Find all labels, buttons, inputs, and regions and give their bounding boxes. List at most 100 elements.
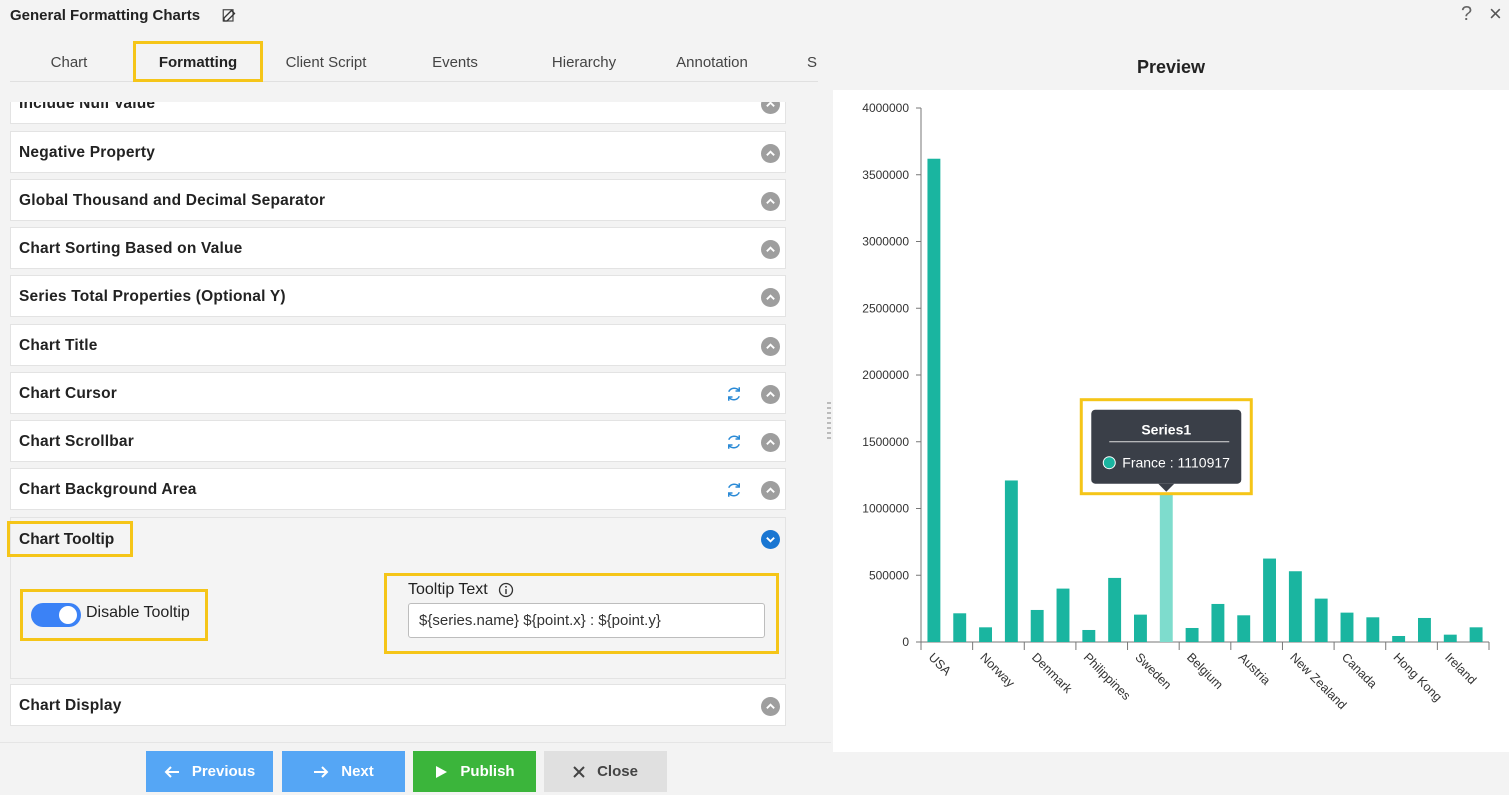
chevron-up-icon[interactable] <box>761 481 780 500</box>
tab-chart[interactable]: Chart <box>10 44 128 82</box>
disable-tooltip-toggle[interactable] <box>31 603 81 627</box>
preview-pane: Preview 0 500000 1000000 1500000 2000000 2500… <box>833 44 1509 752</box>
close-icon[interactable]: × <box>1489 1 1502 27</box>
close-icon <box>573 765 585 778</box>
arrow-left-icon <box>164 765 179 778</box>
x-tick-label: Sweden <box>1132 650 1174 692</box>
section-chart-title[interactable]: Chart Title <box>10 324 786 366</box>
section-label: Chart Title <box>19 337 98 354</box>
previous-button[interactable]: Previous <box>146 751 273 792</box>
next-button[interactable]: Next <box>282 751 405 792</box>
bar <box>1082 629 1096 642</box>
bar <box>1392 635 1406 642</box>
bar <box>1159 493 1173 642</box>
section-label: Series Total Properties (Optional Y) <box>19 288 286 305</box>
tooltip-text-label: Tooltip Text <box>408 581 488 598</box>
pane-splitter[interactable] <box>826 402 832 442</box>
section-label: Negative Property <box>19 144 156 161</box>
y-tick-label: 3500000 <box>862 168 909 182</box>
y-tick-label: 1500000 <box>862 435 909 449</box>
x-tick-label: Philippines <box>1081 650 1134 703</box>
info-icon[interactable] <box>498 582 514 598</box>
close-button[interactable]: Close <box>544 751 667 792</box>
refresh-icon[interactable] <box>725 481 743 499</box>
preview-title: Preview <box>833 44 1509 90</box>
publish-label: Publish <box>460 763 515 780</box>
bar <box>1263 558 1276 642</box>
x-tick-label: Hong Kong <box>1391 650 1445 704</box>
bar <box>1443 634 1457 642</box>
x-tick-label: Austria <box>1236 650 1273 687</box>
publish-button[interactable]: Publish <box>413 751 536 792</box>
tab-annotation[interactable]: Annotation <box>660 44 764 82</box>
bar <box>953 613 967 642</box>
bar <box>979 627 992 642</box>
bar <box>1366 617 1380 642</box>
section-label[interactable]: Chart Tooltip <box>19 531 114 549</box>
tab-hierarchy[interactable]: Hierarchy <box>530 44 638 82</box>
title-bar: General Formatting Charts ? × <box>0 0 1509 34</box>
chevron-up-icon[interactable] <box>761 433 780 452</box>
refresh-icon[interactable] <box>725 433 743 451</box>
y-tick-label: 2500000 <box>862 301 909 315</box>
chevron-up-icon[interactable] <box>761 192 780 211</box>
x-tick-label: Belgium <box>1184 650 1226 692</box>
bar <box>1237 615 1251 642</box>
section-chart-sorting[interactable]: Chart Sorting Based on Value <box>10 227 786 269</box>
tab-overflow[interactable]: S <box>805 44 819 82</box>
bar <box>1056 588 1070 642</box>
refresh-icon[interactable] <box>725 385 743 403</box>
section-series-total[interactable]: Series Total Properties (Optional Y) <box>10 275 786 317</box>
x-tick-label: Canada <box>1339 650 1380 691</box>
section-chart-background[interactable]: Chart Background Area <box>10 468 786 510</box>
x-tick-label: Denmark <box>1029 650 1075 696</box>
section-label: Chart Sorting Based on Value <box>19 240 243 257</box>
tooltip-text-input[interactable] <box>408 603 765 638</box>
disable-tooltip-label: Disable Tooltip <box>86 604 190 621</box>
bar <box>1314 598 1328 642</box>
chevron-up-icon[interactable] <box>761 337 780 356</box>
section-label: Global Thousand and Decimal Separator <box>19 192 326 209</box>
chevron-up-icon[interactable] <box>761 240 780 259</box>
chevron-up-icon[interactable] <box>761 102 780 114</box>
bar <box>927 158 941 642</box>
tab-events[interactable]: Events <box>400 44 510 82</box>
x-tick-label: Ireland <box>1442 650 1479 687</box>
chevron-down-icon[interactable] <box>761 530 780 549</box>
section-chart-scrollbar[interactable]: Chart Scrollbar <box>10 420 786 462</box>
bar <box>1134 614 1147 642</box>
section-label: Chart Scrollbar <box>19 433 134 450</box>
y-tick-label: 1000000 <box>862 502 909 516</box>
tooltip-marker <box>1102 456 1116 470</box>
bar <box>1340 612 1354 642</box>
tab-bar: Chart Formatting Client Script Events Hi… <box>10 44 818 82</box>
tab-formatting[interactable]: Formatting <box>136 44 260 82</box>
close-label: Close <box>597 763 638 780</box>
x-tick-label: Norway <box>977 650 1017 690</box>
section-chart-cursor[interactable]: Chart Cursor <box>10 372 786 414</box>
section-label: Include Null Value <box>19 102 156 112</box>
tab-client-script[interactable]: Client Script <box>268 44 384 82</box>
section-label: Chart Background Area <box>19 481 197 498</box>
help-icon[interactable]: ? <box>1461 3 1472 26</box>
bar <box>1469 627 1483 642</box>
section-negative-property[interactable]: Negative Property <box>10 131 786 173</box>
x-tick-label: USA <box>926 650 955 679</box>
edit-icon[interactable] <box>221 6 239 24</box>
chevron-up-icon[interactable] <box>761 385 780 404</box>
section-include-null-value[interactable]: Include Null Value <box>10 102 786 124</box>
next-label: Next <box>341 763 374 780</box>
bar <box>1211 603 1225 642</box>
bar <box>1185 627 1199 642</box>
chevron-up-icon[interactable] <box>761 288 780 307</box>
chevron-up-icon[interactable] <box>761 697 780 716</box>
section-chart-tooltip-expanded: Chart Tooltip <box>10 517 786 679</box>
tooltip-value: France : 1110917 <box>1122 455 1230 471</box>
tooltip-series-name: Series1 <box>1141 422 1191 438</box>
section-chart-display[interactable]: Chart Display <box>10 684 786 726</box>
bar <box>1108 577 1122 642</box>
section-global-separator[interactable]: Global Thousand and Decimal Separator <box>10 179 786 221</box>
section-label: Chart Cursor <box>19 385 117 402</box>
tooltip-pointer <box>1158 483 1175 492</box>
chevron-up-icon[interactable] <box>761 144 780 163</box>
